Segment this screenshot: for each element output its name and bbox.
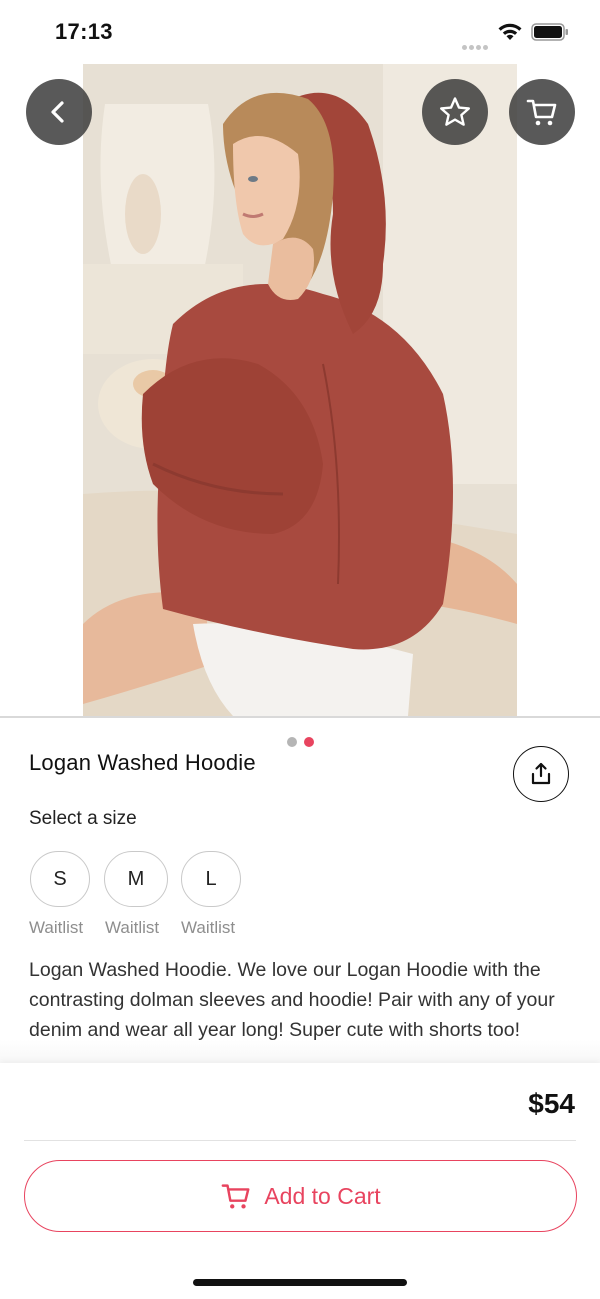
size-heading: Select a size	[29, 808, 137, 829]
cart-icon	[526, 99, 557, 126]
size-option-m[interactable]: M	[104, 851, 168, 907]
signal-dots-icon	[462, 37, 490, 50]
pager-dot-active[interactable]	[304, 736, 314, 747]
product-photo[interactable]	[83, 64, 517, 716]
wifi-icon	[498, 23, 522, 40]
size-status-l: Waitlist	[181, 918, 236, 937]
size-status-s: Waitlist	[29, 918, 84, 937]
cart-icon	[221, 1184, 250, 1209]
star-icon	[440, 97, 470, 126]
size-option-l[interactable]: L	[181, 851, 241, 907]
product-title: Logan Washed Hoodie	[29, 750, 256, 775]
product-gallery[interactable]	[0, 64, 600, 756]
divider	[24, 1140, 576, 1141]
add-to-cart-label: Add to Cart	[264, 1182, 381, 1209]
status-time: 17:13	[55, 19, 113, 44]
status-bar: 17:13	[0, 0, 600, 64]
product-image	[83, 64, 517, 716]
size-option-s[interactable]: S	[30, 851, 90, 907]
share-icon	[531, 762, 551, 785]
divider	[0, 716, 600, 718]
favorite-button[interactable]	[422, 79, 488, 145]
cart-button[interactable]	[509, 79, 575, 145]
back-button[interactable]	[26, 79, 92, 145]
pager-dot[interactable]	[287, 736, 297, 747]
battery-icon	[531, 23, 568, 41]
size-status-m: Waitlist	[105, 918, 160, 937]
product-price: $54	[528, 1088, 575, 1119]
add-to-cart-button[interactable]: Add to Cart	[24, 1160, 577, 1232]
share-button[interactable]	[513, 746, 569, 802]
image-pager[interactable]	[273, 727, 328, 756]
chevron-left-icon	[51, 101, 64, 123]
home-indicator[interactable]	[193, 1279, 407, 1286]
